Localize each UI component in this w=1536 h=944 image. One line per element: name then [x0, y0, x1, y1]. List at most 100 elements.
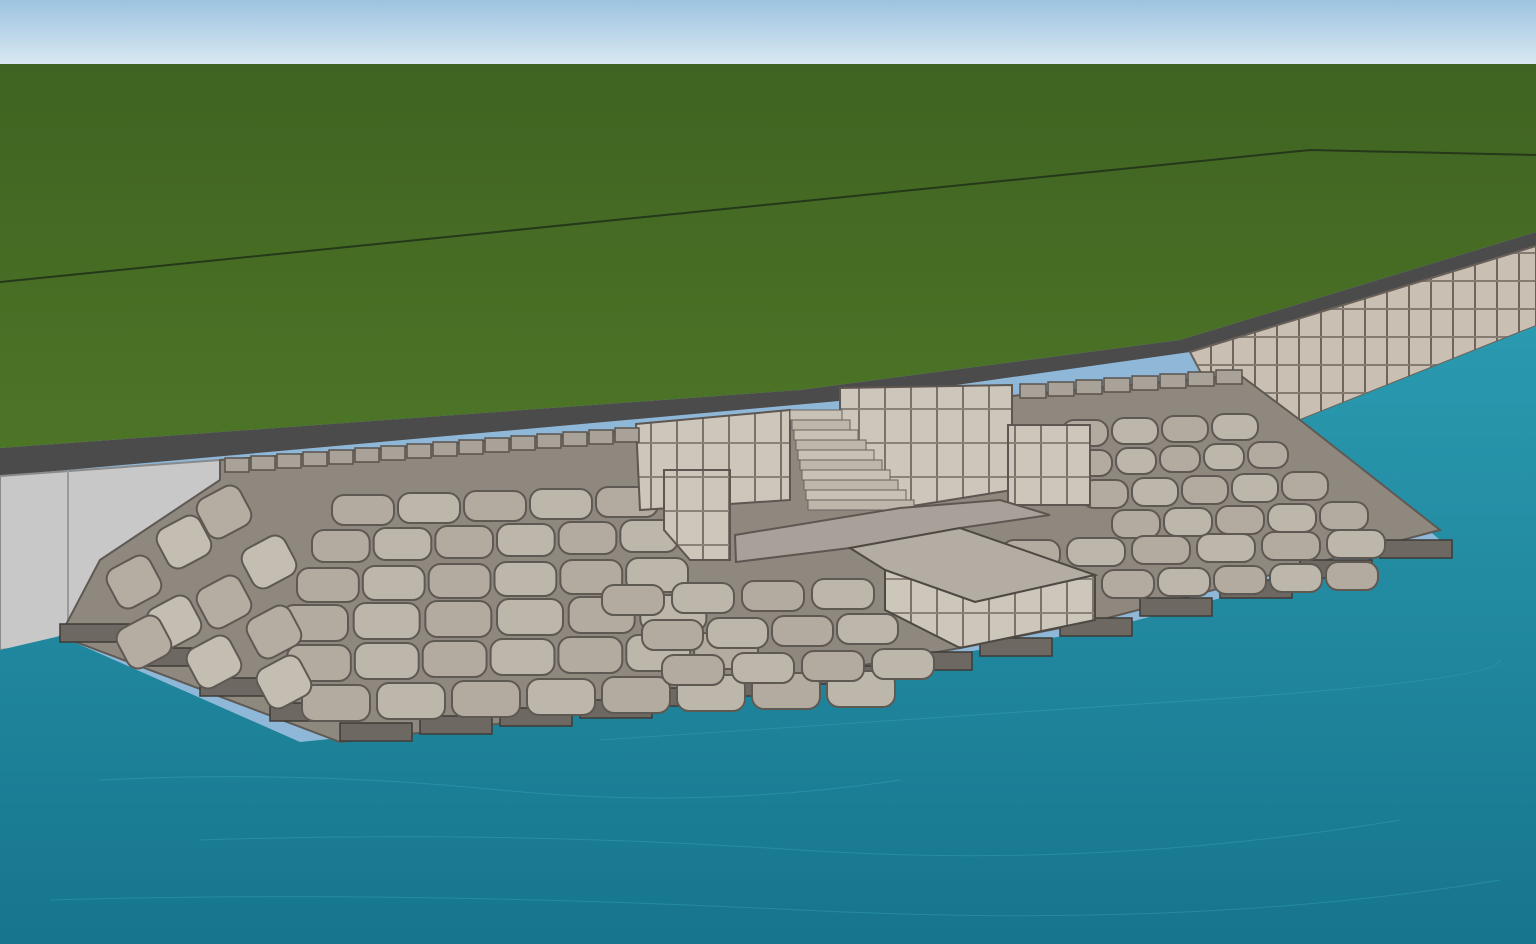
cap-block — [536, 433, 562, 449]
stone-block — [1203, 443, 1245, 471]
stone-block — [661, 654, 725, 686]
stone-block — [421, 640, 488, 678]
stone-block — [871, 648, 935, 680]
stone-block — [397, 492, 461, 524]
cap-block — [562, 431, 588, 447]
stone-block — [463, 490, 527, 522]
cap-block — [1131, 375, 1159, 391]
cap-block — [250, 455, 276, 471]
stone-block — [1159, 445, 1201, 473]
stone-block — [601, 676, 671, 714]
stone-block — [1215, 505, 1265, 535]
stone-block — [801, 650, 865, 682]
stair-step — [789, 409, 843, 421]
cap-block — [302, 451, 328, 467]
stone-block — [1131, 535, 1191, 565]
stone-block — [352, 602, 421, 640]
stone-block — [1181, 475, 1229, 505]
cap-block — [1103, 377, 1131, 393]
stone-block — [353, 642, 420, 680]
cap-block — [1075, 379, 1103, 395]
sky — [0, 0, 1536, 66]
stone-block — [451, 680, 521, 718]
cap-block — [510, 435, 536, 451]
cap-block — [1215, 369, 1243, 385]
stone-block — [557, 636, 624, 674]
stone-block — [331, 494, 395, 526]
stone-block — [1101, 569, 1155, 599]
stair-step — [801, 469, 891, 481]
side-block-column — [1007, 424, 1091, 506]
cap-block — [406, 443, 432, 459]
stone-block — [1267, 503, 1317, 533]
stone-block — [601, 584, 665, 616]
stone-block — [731, 652, 795, 684]
stone-block — [372, 527, 433, 561]
cap-block — [1047, 381, 1075, 397]
stair-step — [793, 429, 859, 441]
stone-block — [1115, 447, 1157, 475]
stone-block — [1111, 417, 1159, 445]
stone-block — [741, 580, 805, 612]
stone-block — [1213, 565, 1267, 595]
stone-block — [1111, 509, 1161, 539]
cap-block — [276, 453, 302, 469]
cap-block — [484, 437, 510, 453]
stone-block — [311, 529, 371, 563]
stone-block — [434, 525, 495, 559]
stone-block — [496, 598, 564, 636]
stone-block — [424, 600, 493, 638]
stone-block — [1269, 563, 1323, 593]
stone-block — [496, 523, 556, 557]
stone-block — [493, 561, 558, 597]
stone-block — [1131, 477, 1179, 507]
cap-block — [354, 447, 380, 463]
stone-block — [529, 488, 593, 520]
stone-block — [376, 682, 446, 720]
cap-block — [588, 429, 614, 445]
stone-block — [1211, 413, 1259, 441]
stone-block — [641, 619, 704, 651]
cap-block — [1159, 373, 1187, 389]
stair-step — [797, 449, 875, 461]
stone-block — [1231, 473, 1279, 503]
toe-block — [1379, 539, 1453, 559]
stone-block — [671, 582, 735, 614]
stone-block — [301, 684, 371, 722]
stone-block — [361, 565, 426, 601]
cap-block — [458, 439, 484, 455]
stair-step — [799, 459, 883, 471]
stone-block — [1261, 531, 1321, 561]
stair-step — [805, 489, 907, 501]
stone-block — [836, 613, 899, 645]
cap-block — [380, 445, 406, 461]
cap-block — [432, 441, 458, 457]
stone-block — [557, 521, 618, 555]
stone-block — [1066, 537, 1126, 567]
stone-block — [489, 638, 556, 676]
stone-block — [1247, 441, 1289, 469]
stone-block — [526, 678, 596, 716]
cap-block — [328, 449, 354, 465]
stair-step — [791, 419, 851, 431]
stone-block — [706, 617, 769, 649]
dam-embankment-scene — [0, 0, 1536, 944]
stone-block — [1281, 471, 1329, 501]
cap-block — [614, 427, 640, 443]
stone-block — [427, 563, 492, 599]
toe-block — [1139, 597, 1213, 617]
toe-block — [339, 722, 413, 742]
stone-block — [1163, 507, 1213, 537]
stone-block — [1157, 567, 1211, 597]
cap-block — [1187, 371, 1215, 387]
stair-step — [795, 439, 867, 451]
stone-block — [771, 615, 834, 647]
cap-block — [224, 457, 250, 473]
stone-block — [1196, 533, 1256, 563]
stone-block — [811, 578, 875, 610]
cap-block — [1019, 383, 1047, 399]
stone-block — [296, 567, 360, 603]
stone-block — [1326, 529, 1386, 559]
stair-step — [803, 479, 899, 491]
stone-block — [1161, 415, 1209, 443]
